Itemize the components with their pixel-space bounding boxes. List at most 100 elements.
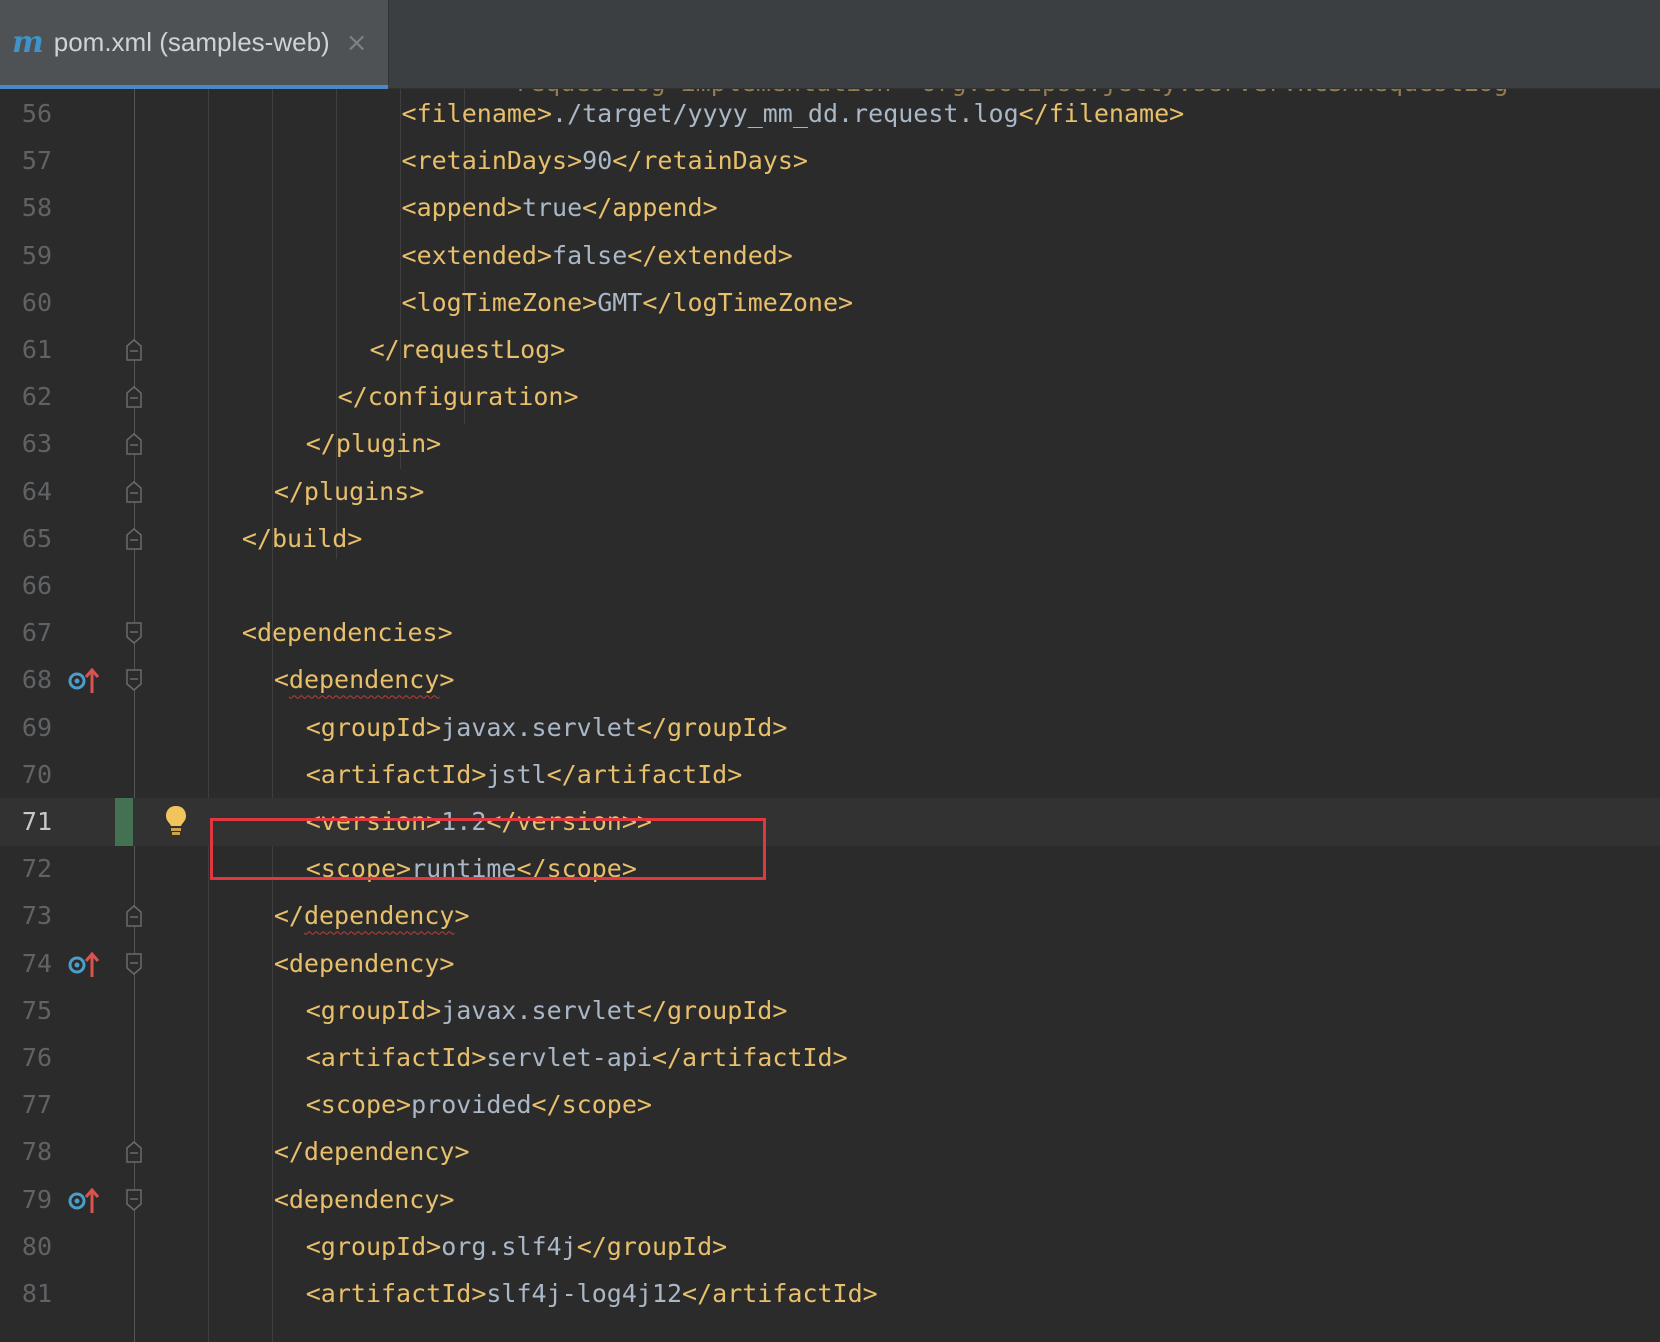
code-line[interactable]: 75 <groupId>javax.servlet</groupId>	[0, 987, 1660, 1035]
code-line[interactable]: 69 <groupId>javax.servlet</groupId>	[0, 704, 1660, 752]
xml-value: GMT	[597, 287, 643, 317]
line-number[interactable]: 56	[0, 90, 52, 138]
line-number[interactable]: 77	[0, 1081, 52, 1129]
line-number[interactable]: 65	[0, 515, 52, 563]
code-text[interactable]: <dependency>	[274, 656, 455, 704]
code-text[interactable]: </plugins>	[274, 468, 425, 516]
code-text[interactable]: <version>1.2</version>>	[306, 798, 652, 846]
vcs-changed-marker[interactable]	[115, 798, 133, 846]
code-text[interactable]: <artifactId>slf4j-log4j12</artifactId>	[306, 1270, 878, 1318]
code-line[interactable]: 58 <append>true</append>	[0, 184, 1660, 232]
line-number[interactable]: 80	[0, 1223, 52, 1271]
code-line[interactable]: 70 <artifactId>jstl</artifactId>	[0, 751, 1660, 799]
line-number[interactable]: 74	[0, 940, 52, 988]
code-line[interactable]: 62 </configuration>	[0, 373, 1660, 421]
code-editor[interactable]: <requestLog implementation="org.eclipse.…	[0, 89, 1660, 1342]
line-number[interactable]: 60	[0, 279, 52, 327]
overrides-up-icon[interactable]	[68, 951, 100, 978]
fold-marker-icon[interactable]	[126, 433, 142, 456]
code-text[interactable]: <dependency>	[274, 1176, 455, 1224]
close-icon[interactable]: ×	[346, 30, 368, 56]
line-number[interactable]: 79	[0, 1176, 52, 1224]
code-line[interactable]: 68 <dependency>	[0, 656, 1660, 704]
code-line[interactable]: 57 <retainDays>90</retainDays>	[0, 137, 1660, 185]
code-line[interactable]: 64 </plugins>	[0, 468, 1660, 516]
lightbulb-icon[interactable]	[164, 804, 188, 838]
line-number[interactable]: 62	[0, 373, 52, 421]
code-line[interactable]: 66	[0, 562, 1660, 610]
line-number[interactable]: 57	[0, 137, 52, 185]
overrides-up-icon[interactable]	[68, 668, 100, 694]
line-number[interactable]: 71	[0, 798, 52, 846]
line-number[interactable]: 64	[0, 468, 52, 516]
line-number[interactable]: 72	[0, 845, 52, 893]
code-line[interactable]: 60 <logTimeZone>GMT</logTimeZone>	[0, 279, 1660, 327]
code-line[interactable]: 78 </dependency>	[0, 1128, 1660, 1176]
fold-marker-icon[interactable]	[126, 1188, 142, 1211]
line-number[interactable]: 75	[0, 987, 52, 1035]
code-text[interactable]: <filename>./target/yyyy_mm_dd.request.lo…	[402, 90, 1185, 138]
code-line[interactable]: 67 <dependencies>	[0, 609, 1660, 657]
line-number[interactable]: 59	[0, 232, 52, 280]
code-line[interactable]: 76 <artifactId>servlet-api</artifactId>	[0, 1034, 1660, 1082]
line-number[interactable]: 58	[0, 184, 52, 232]
code-text[interactable]: <extended>false</extended>	[402, 232, 793, 280]
fold-marker-icon[interactable]	[126, 622, 142, 645]
xml-value: true	[521, 193, 583, 223]
code-line[interactable]: 72 <scope>runtime</scope>	[0, 845, 1660, 893]
code-text[interactable]: <scope>provided</scope>	[306, 1081, 652, 1129]
fold-marker-icon[interactable]	[126, 952, 142, 975]
code-line[interactable]: 74 <dependency>	[0, 940, 1660, 988]
fold-marker-icon[interactable]	[126, 480, 142, 503]
code-text[interactable]: <retainDays>90</retainDays>	[402, 137, 808, 185]
code-text[interactable]: <groupId>javax.servlet</groupId>	[306, 987, 788, 1035]
code-line[interactable]: 63 </plugin>	[0, 420, 1660, 468]
line-number[interactable]: 78	[0, 1128, 52, 1176]
code-text[interactable]: </build>	[242, 515, 362, 563]
fold-marker-icon[interactable]	[126, 669, 142, 692]
line-number[interactable]: 67	[0, 609, 52, 657]
code-line[interactable]: 65 </build>	[0, 515, 1660, 563]
code-text[interactable]: </plugin>	[306, 420, 441, 468]
code-text[interactable]: <scope>runtime</scope>	[306, 845, 637, 893]
code-text[interactable]: <groupId>org.slf4j</groupId>	[306, 1223, 727, 1271]
line-number[interactable]: 73	[0, 892, 52, 940]
code-line[interactable]: 73 </dependency>	[0, 892, 1660, 940]
xml-close-tag: </filename>	[1018, 99, 1185, 128]
code-text[interactable]: <logTimeZone>GMT</logTimeZone>	[402, 279, 854, 327]
fold-marker-icon[interactable]	[126, 527, 142, 550]
code-text[interactable]: </requestLog>	[370, 326, 566, 374]
code-text[interactable]: <artifactId>servlet-api</artifactId>	[306, 1034, 848, 1082]
code-line[interactable]: 61 </requestLog>	[0, 326, 1660, 374]
fold-marker-icon[interactable]	[126, 905, 142, 928]
overrides-up-icon[interactable]	[68, 1187, 100, 1214]
line-number[interactable]: 70	[0, 751, 52, 799]
fold-marker-icon[interactable]	[126, 1141, 142, 1164]
code-text[interactable]: <dependency>	[274, 940, 455, 988]
line-number[interactable]: 81	[0, 1270, 52, 1318]
line-number[interactable]: 61	[0, 326, 52, 374]
line-number[interactable]: 63	[0, 420, 52, 468]
fold-marker-icon[interactable]	[126, 386, 142, 408]
tab-pom-xml[interactable]: m pom.xml (samples-web) ×	[0, 0, 389, 85]
code-text[interactable]: </dependency>	[274, 1128, 470, 1176]
code-text[interactable]: <groupId>javax.servlet</groupId>	[306, 704, 788, 752]
code-line[interactable]: 59 <extended>false</extended>	[0, 232, 1660, 280]
code-text[interactable]: <append>true</append>	[402, 184, 718, 232]
code-line[interactable]: 81 <artifactId>slf4j-log4j12</artifactId>	[0, 1270, 1660, 1318]
code-line[interactable]: 71 <version>1.2</version>>	[0, 798, 1660, 846]
code-line[interactable]: 56 <filename>./target/yyyy_mm_dd.request.…	[0, 90, 1660, 138]
editor-tab-bar: m pom.xml (samples-web) ×	[0, 0, 1660, 89]
line-number[interactable]: 76	[0, 1034, 52, 1082]
code-line[interactable]: 80 <groupId>org.slf4j</groupId>	[0, 1223, 1660, 1271]
code-text[interactable]: </dependency>	[274, 892, 470, 940]
code-text[interactable]: </configuration>	[338, 373, 579, 421]
line-number[interactable]: 66	[0, 562, 52, 610]
code-text[interactable]: <artifactId>jstl</artifactId>	[306, 751, 743, 799]
code-line[interactable]: 79 <dependency>	[0, 1176, 1660, 1224]
line-number[interactable]: 68	[0, 656, 52, 704]
fold-marker-icon[interactable]	[126, 339, 142, 361]
line-number[interactable]: 69	[0, 704, 52, 752]
code-text[interactable]: <dependencies>	[242, 609, 453, 657]
code-line[interactable]: 77 <scope>provided</scope>	[0, 1081, 1660, 1129]
